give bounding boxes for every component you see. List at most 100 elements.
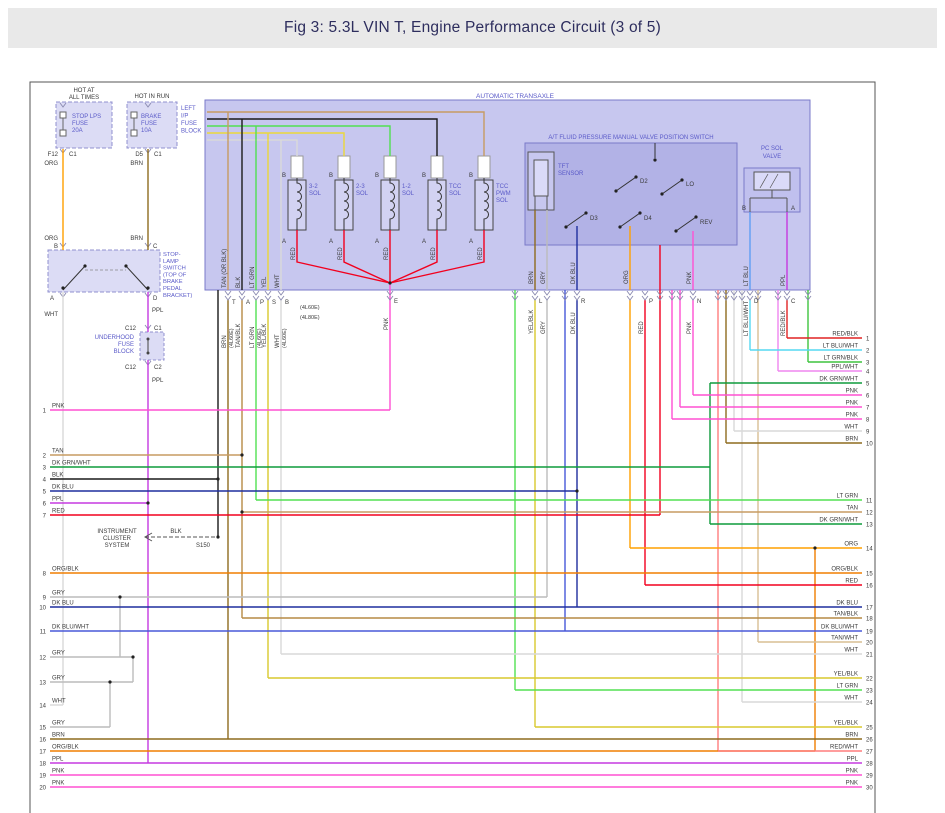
wire-color-label: LT BLU xyxy=(744,266,750,286)
wire-color-label: RED xyxy=(639,321,645,334)
pc-sol-valve-label: PC SOL xyxy=(761,146,784,152)
wire-color-label: BRN xyxy=(222,335,228,348)
wire-color-label: BLK xyxy=(236,277,242,288)
pc-sol-terminal-a: A xyxy=(791,206,795,212)
pin-number: 11 xyxy=(866,499,873,505)
junction-dot xyxy=(118,595,121,598)
solenoid-label: 1-2 xyxy=(402,184,411,190)
brake-fuse-label: 10A xyxy=(141,128,152,134)
switch-contact-label: LO xyxy=(686,182,694,188)
junction-dot xyxy=(614,189,617,192)
wire-color-label: BRN xyxy=(529,271,535,284)
switch-contact-label: REV xyxy=(700,220,712,226)
junction-dot xyxy=(680,178,683,181)
connector-pin-letter: T xyxy=(232,300,236,306)
wire-label: YEL/BLK xyxy=(834,672,858,678)
solenoid-label: TCC xyxy=(496,184,509,190)
wire-label: PNK xyxy=(846,389,858,395)
pc-sol-valve-label: VALVE xyxy=(763,154,781,160)
wire-label: LT BLU/WHT xyxy=(823,344,858,350)
junction-dot xyxy=(61,286,64,289)
fuse-icon xyxy=(131,130,137,136)
pin-number: 17 xyxy=(866,606,873,612)
wire-label: TAN xyxy=(846,506,858,512)
solenoid-terminal-a: A xyxy=(469,239,473,245)
pin-number: 10 xyxy=(866,442,873,448)
wire-label: ORG xyxy=(44,236,58,242)
stop-lamp-switch-label: (TOP OF xyxy=(163,272,187,278)
wire-color-label: RED/BLK xyxy=(781,310,787,336)
switch-contact-label: D4 xyxy=(644,216,652,222)
wire-label: PNK xyxy=(52,781,64,787)
wire-label: DK GRN/WHT xyxy=(52,461,91,467)
stop-lamp-switch-label: BRAKE xyxy=(163,279,183,285)
wire-color-label: RED xyxy=(431,247,437,260)
wire-color-label: (4L60E) xyxy=(282,328,288,348)
solenoid-terminal-b: B xyxy=(375,173,379,179)
wire-color-label: GRY xyxy=(541,321,547,334)
solenoid-terminal-b: B xyxy=(469,173,473,179)
solenoid-label: PWM xyxy=(496,191,511,197)
solenoid-label: 3-2 xyxy=(309,184,318,190)
wire-label: BLK xyxy=(170,529,181,535)
wire-label: LT GRN/BLK xyxy=(824,356,858,362)
wire-label: ORG xyxy=(44,161,58,167)
connector-pin-letter: P xyxy=(649,299,653,305)
solenoid-connector xyxy=(478,156,490,178)
connector-pin-letter: B xyxy=(285,300,289,306)
solenoid-label: SOL xyxy=(449,191,462,197)
pin-number: 13 xyxy=(866,523,873,529)
switch-contact-label: D3 xyxy=(590,216,598,222)
instrument-cluster-label: INSTRUMENT xyxy=(97,529,137,535)
wire-label: GRY xyxy=(52,721,65,727)
wire-color-label: YEL/BLK xyxy=(262,324,268,348)
fuse-icon xyxy=(60,130,66,136)
pin-number: 27 xyxy=(866,750,873,756)
wire-label: DK BLU/WHT xyxy=(821,625,858,631)
stop-lps-fuse-label: 20A xyxy=(72,128,83,134)
wire-label: PNK xyxy=(846,769,858,775)
pin-number: 12 xyxy=(866,511,873,517)
terminal-d: D xyxy=(153,296,158,302)
wire-label: PPL xyxy=(52,757,64,763)
junction-dot xyxy=(564,225,567,228)
brake-fuse-label: FUSE xyxy=(141,121,157,127)
terminal-b: B xyxy=(54,244,58,250)
wire-label: WHT xyxy=(844,648,858,654)
wire-label: PPL xyxy=(52,497,64,503)
instrument-cluster-label: CLUSTER xyxy=(103,536,132,542)
wire-label: BRN xyxy=(130,161,143,167)
solenoid-label: SOL xyxy=(309,191,322,197)
solenoid-terminal-a: A xyxy=(329,239,333,245)
junction-dot xyxy=(83,264,86,267)
pin-number: 20 xyxy=(39,786,46,792)
wire-label: DK BLU xyxy=(836,601,858,607)
wire-label: LT GRN xyxy=(837,494,858,500)
wire-color-label: WHT xyxy=(275,334,281,348)
conn-c12: C12 xyxy=(125,365,137,371)
pc-sol-inner xyxy=(754,172,790,190)
solenoid-connector xyxy=(291,156,303,178)
pin-number: 16 xyxy=(39,738,46,744)
wire-label: RED/WHT xyxy=(830,745,858,751)
stop-lamp-switch-label: SWITCH xyxy=(163,266,186,272)
wire-label: ORG xyxy=(844,542,858,548)
left-ip-fuse-block-label: LEFT xyxy=(181,106,196,112)
wire-color-label: PNK xyxy=(687,322,693,334)
wire-color-label: GRY xyxy=(541,271,547,284)
wire-label: BRN xyxy=(52,733,65,739)
wire-label: PNK xyxy=(846,413,858,419)
fuse-icon xyxy=(60,112,66,118)
wire-label: TAN xyxy=(52,449,64,455)
pin-number: 14 xyxy=(866,547,873,553)
junction-dot xyxy=(388,281,391,284)
fuse-icon xyxy=(131,112,137,118)
pin-number: 16 xyxy=(866,584,873,590)
pin-number: 25 xyxy=(866,726,873,732)
pin-number: 19 xyxy=(866,630,873,636)
junction-dot xyxy=(638,211,641,214)
solenoid-label: 2-3 xyxy=(356,184,365,190)
pin-number: 13 xyxy=(39,681,46,687)
stop-lamp-switch-label: PEDAL xyxy=(163,286,183,292)
connector-pin-letter: P xyxy=(260,300,264,306)
